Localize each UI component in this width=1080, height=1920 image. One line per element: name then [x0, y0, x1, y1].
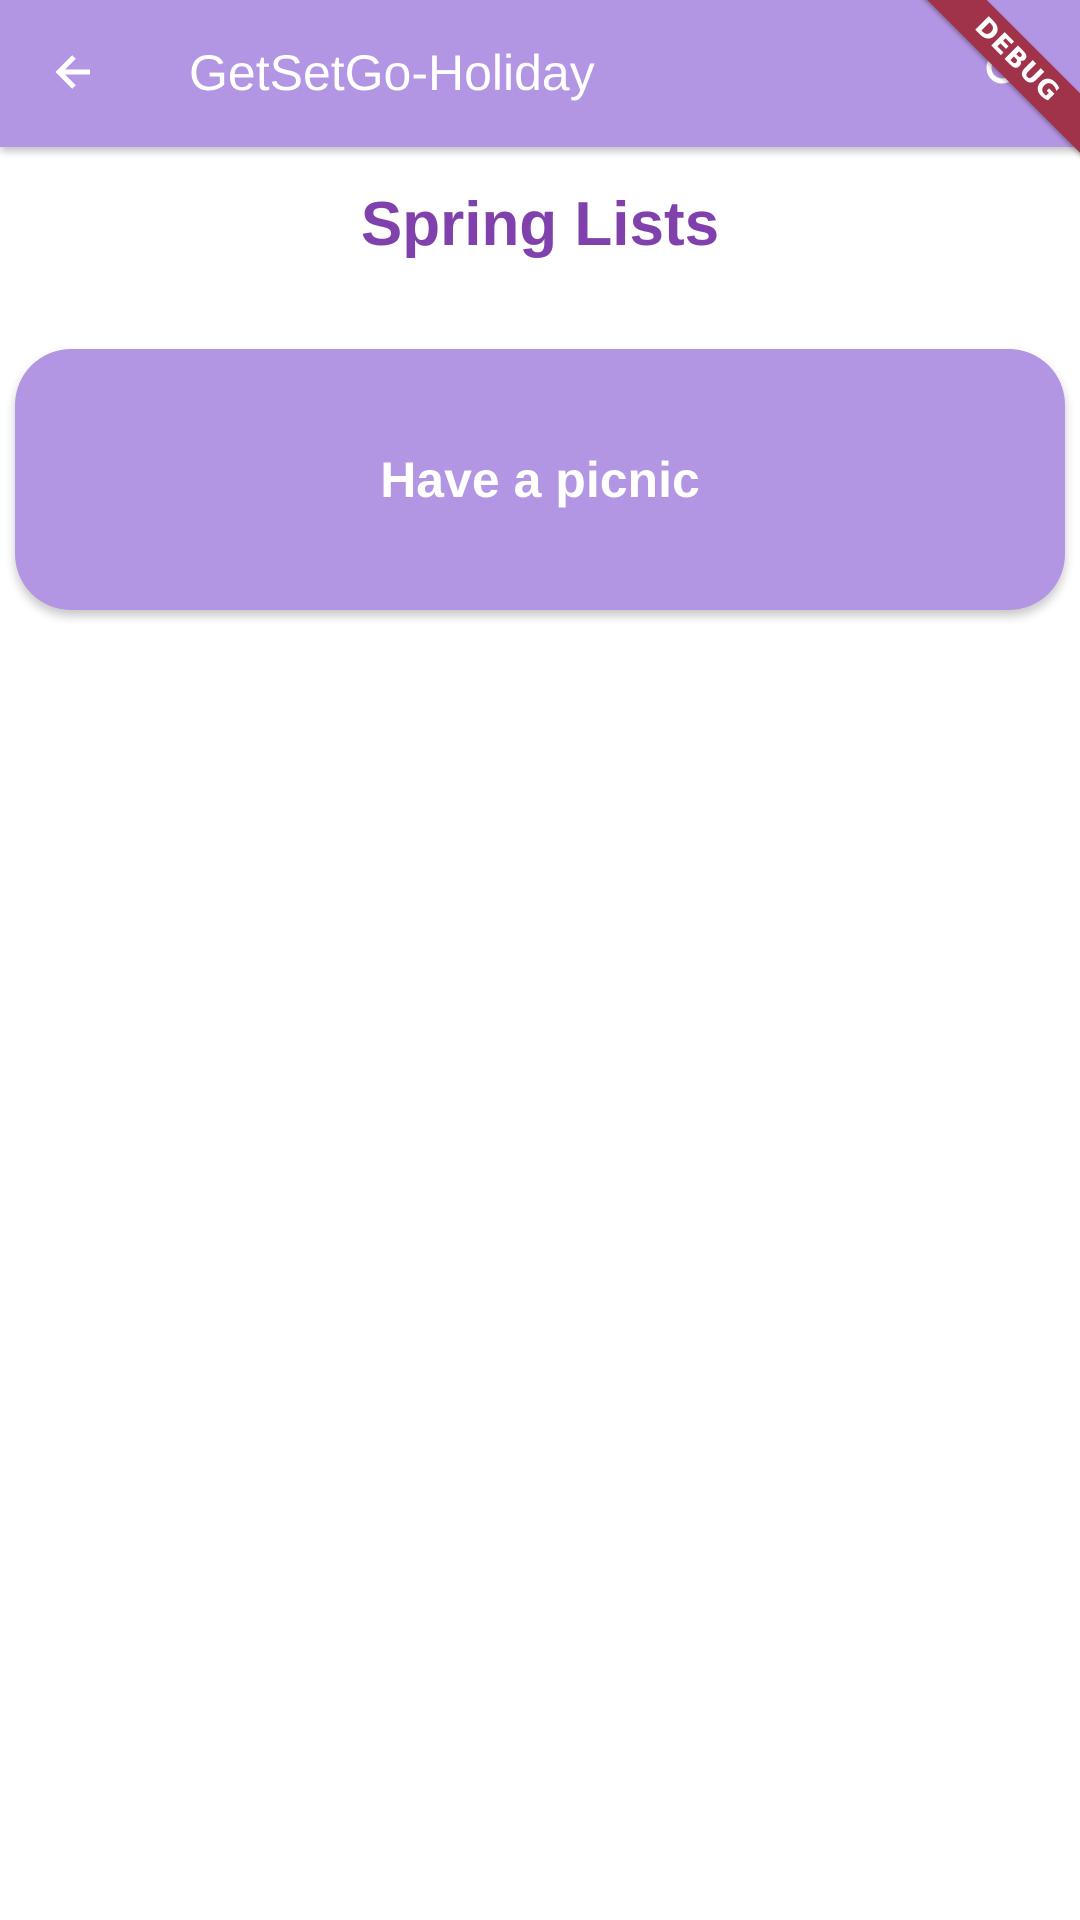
list-item-label: Have a picnic	[380, 451, 700, 508]
list-item-card[interactable]: Have a picnic	[15, 349, 1065, 610]
app-bar: GetSetGo-Holiday	[0, 0, 1080, 147]
app-title: GetSetGo-Holiday	[189, 45, 595, 101]
search-button[interactable]	[970, 38, 1042, 110]
search-icon	[982, 48, 1030, 101]
back-button[interactable]	[38, 38, 110, 110]
arrow-back-icon	[50, 48, 98, 101]
screen: GetSetGo-Holiday DEBUG Spring Lists Have…	[0, 0, 1080, 1920]
page-title: Spring Lists	[360, 190, 720, 259]
